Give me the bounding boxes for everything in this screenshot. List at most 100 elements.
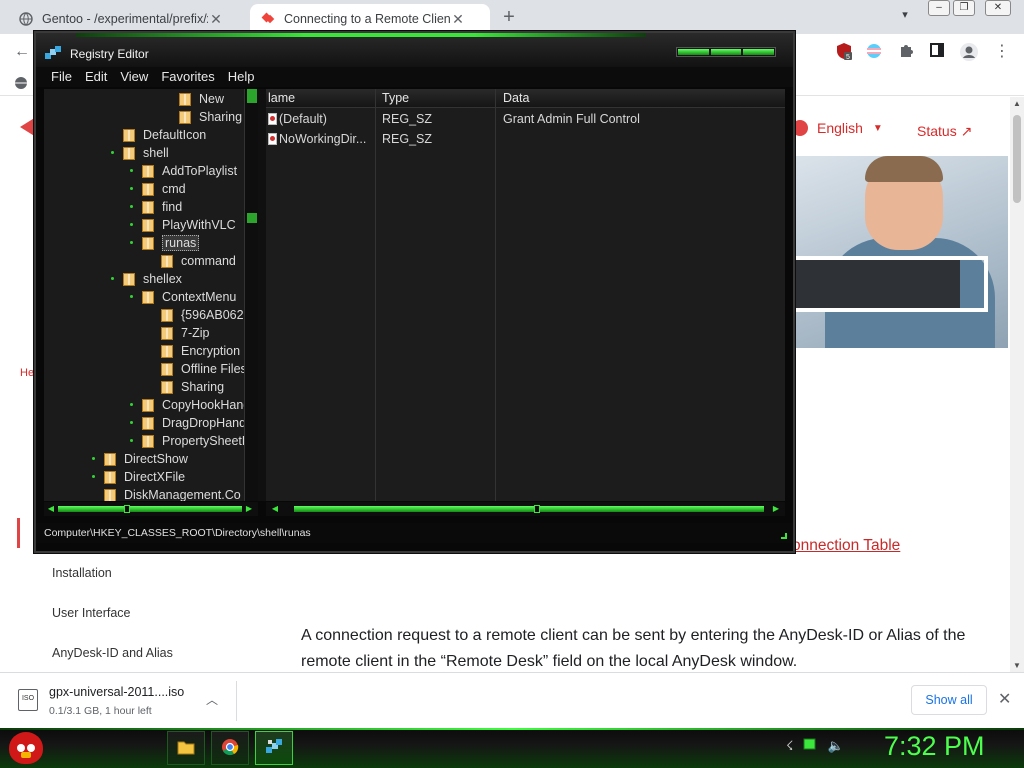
column-divider[interactable] [495,89,496,501]
scrollbar-thumb[interactable] [124,505,130,513]
tab-title: Gentoo - /experimental/prefix/x8 [42,12,208,26]
connection-table-link[interactable]: onnection Table [792,537,900,555]
tree-node[interactable]: DiskManagement.Co [104,486,241,501]
tree-node[interactable]: DirectShow [92,450,188,468]
menu-view[interactable]: View [120,67,148,87]
tree-node[interactable]: CopyHookHandlers [130,396,258,414]
tree-node[interactable]: command [161,252,236,270]
tree-node[interactable]: ContextMenu [130,288,236,306]
scrollbar-thumb[interactable] [1013,115,1021,203]
taskbar-registry-editor[interactable] [255,731,293,765]
tree-node[interactable]: Encryption [161,342,240,360]
close-button[interactable] [743,49,775,55]
scroll-right-icon[interactable]: ▶ [244,504,254,514]
column-header-data[interactable]: Data [503,91,529,105]
close-icon[interactable]: ✕ [450,11,466,28]
tree-node-selected[interactable]: runas [130,234,200,252]
pane-splitter[interactable] [258,89,266,501]
new-tab-button[interactable]: + [498,6,520,28]
scrollbar-thumb[interactable] [534,505,540,513]
tree-node[interactable]: DefaultIcon [123,126,206,144]
flag-extension-icon[interactable] [864,42,884,62]
tree-node[interactable]: AddToPlaylist [130,162,237,180]
tree-node[interactable]: shellex [111,270,182,288]
tree-node[interactable]: PlayWithVLC [130,216,236,234]
scrollbar-thumb[interactable] [247,213,257,223]
language-selector[interactable]: English ▼ [792,120,883,136]
menu-file[interactable]: File [51,67,72,87]
scroll-down-icon[interactable]: ▼ [1013,661,1021,670]
puzzle-extensions-icon[interactable] [896,42,916,62]
tree-node[interactable]: Offline Files [161,360,247,378]
scroll-left-icon[interactable]: ◀ [270,504,280,514]
tree-node[interactable]: Sharing [179,108,242,126]
taskbar-clock[interactable]: 7:32 PM [884,731,985,762]
tree-horizontal-scrollbar[interactable]: ◀ ▶ [44,502,258,516]
tree-node[interactable]: New [179,90,224,108]
column-divider[interactable] [375,89,376,501]
maximize-button[interactable] [710,49,742,55]
tree-node[interactable]: DragDropHandlers [130,414,258,432]
scroll-up-icon[interactable]: ▲ [1013,99,1021,108]
tree-node[interactable]: DirectXFile [92,468,185,486]
folder-icon [161,254,173,268]
menu-help[interactable]: Help [228,67,255,87]
taskbar-chrome[interactable] [211,731,249,765]
close-window-button[interactable]: ✕ [985,0,1011,16]
close-icon[interactable]: ✕ [998,689,1011,709]
status-link[interactable]: Status ↗ [917,123,972,140]
external-link-icon: ↗ [960,123,973,139]
registry-tree[interactable]: New Sharing DefaultIcon shell AddToPlayl… [44,89,258,501]
tree-node[interactable]: PropertySheetHandlers [130,432,258,450]
folder-icon [177,739,195,758]
bookmark-globe-icon[interactable] [14,76,28,93]
menu-edit[interactable]: Edit [85,67,107,87]
sidebar-link-anydesk-id[interactable]: AnyDesk-ID and Alias [52,646,173,660]
sidebar-link-installation[interactable]: Installation [52,566,112,580]
resize-grip[interactable] [781,533,787,539]
back-arrow-icon[interactable]: ← [12,42,32,62]
scroll-right-icon[interactable]: ▶ [771,504,781,514]
page-scrollbar[interactable]: ▲ ▼ [1010,97,1024,672]
profile-avatar-icon[interactable] [959,42,979,62]
value-row[interactable]: NoWorkingDir... REG_SZ [266,132,785,150]
tab-search-chevron-icon[interactable]: ▾ [896,8,914,21]
battery-icon[interactable] [803,738,817,754]
tab-connecting-remote-client[interactable]: Connecting to a Remote Client ✕ [250,4,490,34]
value-row[interactable]: (Default) REG_SZ Grant Admin Full Contro… [266,112,785,130]
tree-node[interactable]: find [130,198,182,216]
chevron-up-icon[interactable]: ︿ [206,691,218,708]
caret-down-icon: ▼ [872,122,883,134]
regedit-caption-buttons[interactable] [676,47,776,57]
column-header-type[interactable]: Type [382,91,409,105]
tree-node[interactable]: cmd [130,180,186,198]
registry-values-list[interactable]: lame Type Data (Default) REG_SZ Grant Ad… [266,89,785,501]
extension-shield-icon[interactable]: 5 [834,42,854,62]
column-header-name[interactable]: lame [268,91,295,105]
minimize-button[interactable] [678,49,709,55]
taskbar-file-explorer[interactable] [167,731,205,765]
regedit-titlebar[interactable]: Registry Editor [36,33,793,67]
minimize-button[interactable]: – [928,0,950,16]
network-icon[interactable]: ☇ [786,738,793,754]
menu-favorites[interactable]: Favorites [161,67,214,87]
sidepanel-icon[interactable] [927,42,947,62]
kebab-menu-icon[interactable]: ⋮ [992,42,1012,62]
tree-node[interactable]: Sharing [161,378,224,396]
download-item[interactable]: ISO gpx-universal-2011....iso 0.1/3.1 GB… [14,685,236,719]
tab-gentoo[interactable]: Gentoo - /experimental/prefix/x8 ✕ [8,4,234,34]
scroll-left-icon[interactable]: ◀ [46,504,56,514]
active-section-marker [17,518,20,548]
tree-node[interactable]: {596AB062 [161,306,244,324]
volume-icon[interactable]: 🔈 [827,738,843,754]
start-button[interactable] [6,728,46,768]
values-horizontal-scrollbar[interactable]: ◀ ▶ [266,502,785,516]
show-all-button[interactable]: Show all [911,685,987,715]
sidebar-link-user-interface[interactable]: User Interface [52,606,131,620]
tree-node[interactable]: shell [111,144,169,162]
close-icon[interactable]: ✕ [208,11,224,28]
scroll-up-button[interactable] [247,89,257,103]
restore-button[interactable]: ❐ [953,0,975,16]
tree-node[interactable]: 7-Zip [161,324,209,342]
tree-vertical-scrollbar[interactable] [244,89,258,501]
